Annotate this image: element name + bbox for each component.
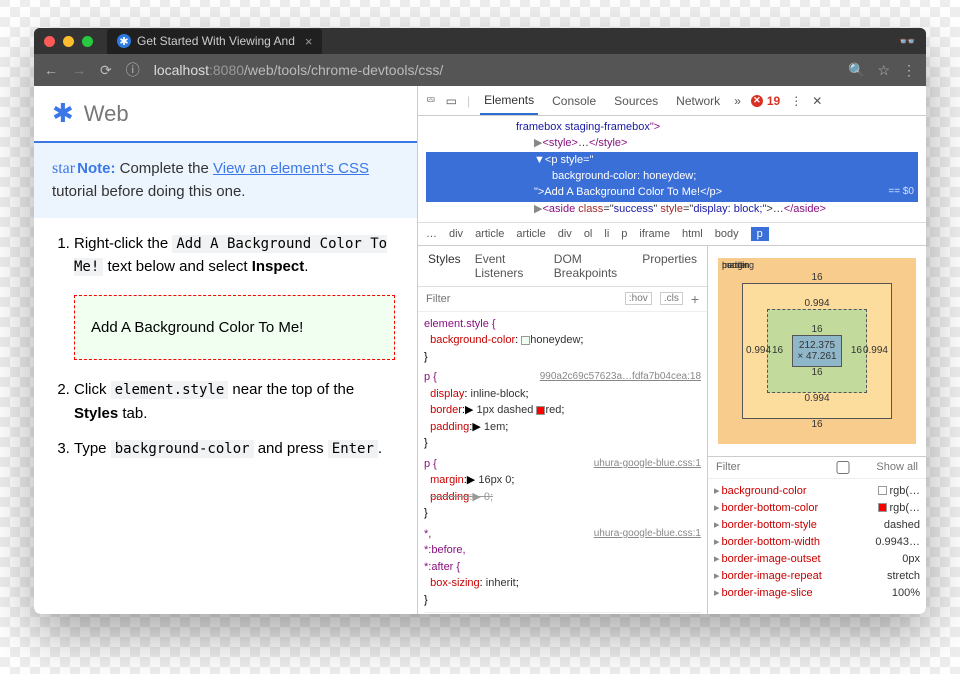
tab-network[interactable]: Network [672,88,724,114]
new-rule-icon[interactable]: + [691,291,699,307]
url[interactable]: localhost:8080/web/tools/chrome-devtools… [154,62,444,78]
subtab-event-listeners[interactable]: Event Listeners [475,252,540,280]
subtab-properties[interactable]: Properties [642,252,697,280]
devtools-menu-icon[interactable]: ⋮ [790,94,802,108]
tab-sources[interactable]: Sources [610,88,662,114]
css-rules[interactable]: element.style { background-color: honeyd… [418,312,707,614]
reload-icon[interactable]: ⟳ [100,62,112,79]
error-badge[interactable]: ✕19 [751,94,780,108]
incognito-icon: 👓 [899,33,916,50]
menu-dots-icon[interactable]: ⋮ [902,62,916,79]
styles-subtabs: Styles Event Listeners DOM Breakpoints P… [418,246,707,287]
subtab-dom-breakpoints[interactable]: DOM Breakpoints [554,252,629,280]
hov-toggle[interactable]: :hov [625,292,652,305]
show-all-checkbox [813,461,873,474]
computed-properties[interactable]: ▸background-colorrgb(…▸border-bottom-col… [708,479,926,606]
devtools-panel: ⮹ ▭ | Elements Console Sources Network »… [418,86,926,614]
tutorial-link[interactable]: View an element's CSS [213,160,369,177]
tab-favicon: ✱ [117,34,131,48]
forward-icon[interactable]: → [72,62,86,78]
more-tabs-icon[interactable]: » [734,94,741,108]
minimize-window-dot[interactable] [63,36,74,47]
device-toggle-icon[interactable]: ▭ [446,94,457,108]
address-bar: ← → ⟳ ⓘ localhost:8080/web/tools/chrome-… [34,54,926,86]
browser-window: ✱ Get Started With Viewing And × 👓 ← → ⟳… [34,28,926,614]
site-logo-icon: ✱ [52,98,74,129]
inspect-element-icon[interactable]: ⮹ [426,93,436,108]
cls-toggle[interactable]: .cls [660,292,683,305]
dom-tree[interactable]: framebox staging-framebox"> ▶<style>…</s… [418,116,926,222]
back-icon[interactable]: ← [44,62,58,78]
devtools-close-icon[interactable]: ✕ [812,94,822,108]
devtools-toolbar: ⮹ ▭ | Elements Console Sources Network »… [418,86,926,116]
note-callout: starNote: Complete the View an element's… [34,143,417,218]
bookmark-star-icon[interactable]: ☆ [877,62,890,79]
step-1: Right-click the Add A Background Color T… [74,232,395,361]
tab-elements[interactable]: Elements [480,87,538,115]
dom-breadcrumb[interactable]: …divarticlearticledivollipiframehtmlbody… [418,222,926,246]
tab-console[interactable]: Console [548,88,600,114]
close-window-dot[interactable] [44,36,55,47]
styles-filter-input[interactable] [426,293,486,305]
titlebar: ✱ Get Started With Viewing And × 👓 [34,28,926,54]
instruction-list: Right-click the Add A Background Color T… [34,218,417,473]
box-model[interactable]: margin16 border0.994 padding16 0.994 16 … [708,246,926,457]
subtab-styles[interactable]: Styles [428,252,461,280]
computed-filter-input[interactable] [716,461,776,473]
browser-tab[interactable]: ✱ Get Started With Viewing And × [107,29,322,54]
step-3: Type background-color and press Enter. [74,437,395,461]
page-header: ✱ Web [34,86,417,143]
demo-background-box[interactable]: Add A Background Color To Me! [74,295,395,360]
step-2: Click element.style near the top of the … [74,378,395,425]
maximize-window-dot[interactable] [82,36,93,47]
tab-close-icon[interactable]: × [305,34,313,49]
zoom-icon[interactable]: 🔍 [848,62,865,79]
page-content: ✱ Web starNote: Complete the View an ele… [34,86,418,614]
site-title: Web [84,101,129,127]
tab-title: Get Started With Viewing And [137,34,295,48]
site-info-icon[interactable]: ⓘ [126,60,140,80]
